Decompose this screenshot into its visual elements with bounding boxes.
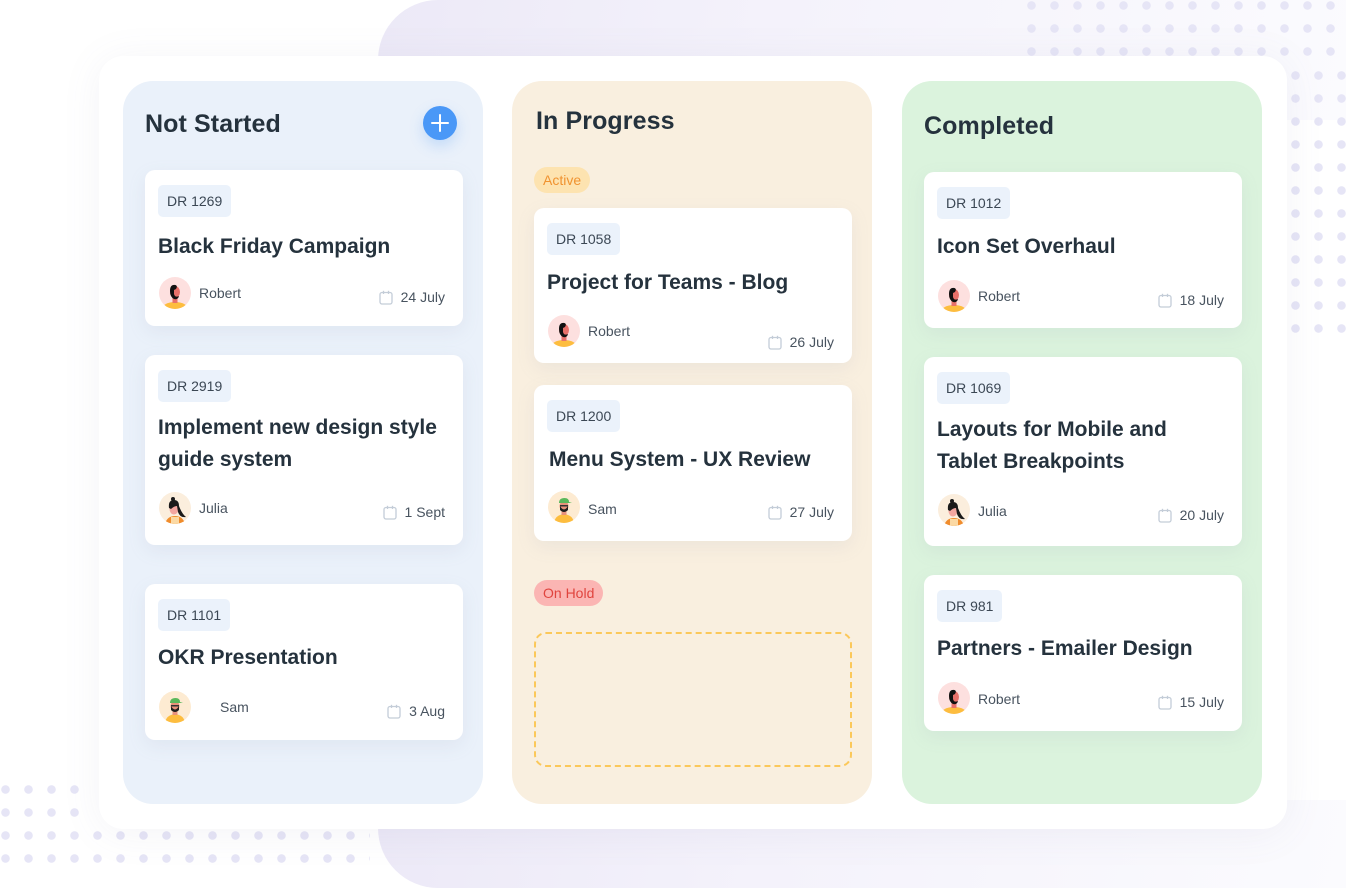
task-title: Project for Teams - Blog xyxy=(547,271,789,294)
due-date: 27 July xyxy=(767,504,834,520)
due-date-text: 18 July xyxy=(1179,292,1224,308)
task-id-badge: DR 1200 xyxy=(547,400,621,432)
due-date-text: 24 July xyxy=(400,289,445,305)
due-date-text: 3 Aug xyxy=(409,703,445,719)
status-badge-active: Active xyxy=(534,167,591,193)
column-completed: Completed DR 1012 Icon Set Overhaul Robe… xyxy=(902,81,1262,804)
calendar-icon xyxy=(1157,292,1172,308)
assignee-name: Robert xyxy=(978,691,1021,707)
calendar-icon xyxy=(382,504,397,520)
assignee-name: Sam xyxy=(588,501,617,517)
dot-pattern xyxy=(0,824,370,874)
task-id-badge: DR 1012 xyxy=(937,187,1011,219)
calendar-icon xyxy=(767,334,782,350)
due-date-text: 20 July xyxy=(1179,507,1224,523)
task-id-badge: DR 1101 xyxy=(158,599,231,631)
task-id-badge: DR 981 xyxy=(937,590,1003,622)
task-card[interactable]: DR 1012 Icon Set Overhaul Robert 18 July xyxy=(924,172,1242,328)
due-date: 26 July xyxy=(767,334,834,350)
task-card[interactable]: DR 2919 Implement new design style guide… xyxy=(145,355,463,545)
due-date-text: 15 July xyxy=(1179,694,1224,710)
due-date-text: 1 Sept xyxy=(404,504,445,520)
task-card[interactable]: DR 1058 Project for Teams - Blog Robert … xyxy=(534,208,852,363)
avatar xyxy=(938,280,970,312)
calendar-icon xyxy=(378,289,393,305)
due-date: 15 July xyxy=(1157,694,1224,710)
column-in-progress: In Progress Active DR 1058 Project for T… xyxy=(512,81,872,804)
add-task-button[interactable] xyxy=(423,106,457,140)
status-badge-on-hold: On Hold xyxy=(534,580,604,606)
avatar xyxy=(938,494,970,526)
due-date: 18 July xyxy=(1157,292,1224,308)
due-date-text: 26 July xyxy=(789,334,834,350)
task-card[interactable]: DR 1269 Black Friday Campaign Robert 24 … xyxy=(145,170,463,326)
task-card[interactable]: DR 981 Partners - Emailer Design Robert … xyxy=(924,575,1242,731)
assignee-name: Julia xyxy=(978,503,1007,519)
assignee-name: Robert xyxy=(978,288,1021,304)
task-id-badge: DR 1058 xyxy=(547,223,621,255)
avatar xyxy=(938,682,970,714)
task-card[interactable]: DR 1069 Layouts for Mobile and Tablet Br… xyxy=(924,357,1242,546)
task-title: Menu System - UX Review xyxy=(549,448,811,471)
task-title: OKR Presentation xyxy=(158,646,338,669)
due-date: 1 Sept xyxy=(382,504,445,520)
avatar xyxy=(159,492,191,524)
due-date: 24 July xyxy=(378,289,445,305)
dot-pattern xyxy=(1020,0,1346,64)
avatar xyxy=(159,691,191,723)
dot-pattern xyxy=(1284,64,1346,336)
avatar xyxy=(159,277,191,309)
task-id-badge: DR 1269 xyxy=(158,185,232,217)
due-date-text: 27 July xyxy=(789,504,834,520)
task-id-badge: DR 2919 xyxy=(158,370,232,402)
column-not-started: Not Started DR 1269 Black Friday Campaig… xyxy=(123,81,483,804)
task-card[interactable]: DR 1101 OKR Presentation Sam 3 Aug xyxy=(145,584,463,740)
column-title: Completed xyxy=(924,112,1055,140)
calendar-icon xyxy=(767,504,782,520)
calendar-icon xyxy=(387,703,401,719)
task-title: Black Friday Campaign xyxy=(158,235,391,258)
empty-dropzone[interactable] xyxy=(534,632,852,767)
avatar xyxy=(548,315,580,347)
task-title: Implement new design style guide system xyxy=(158,416,437,471)
task-title: Partners - Emailer Design xyxy=(937,637,1193,660)
task-title: Layouts for Mobile and Tablet Breakpoint… xyxy=(937,418,1167,473)
assignee-name: Julia xyxy=(199,500,228,516)
column-title: Not Started xyxy=(145,110,281,138)
due-date: 3 Aug xyxy=(387,703,445,719)
task-title: Icon Set Overhaul xyxy=(937,235,1116,258)
column-title: In Progress xyxy=(536,107,675,135)
task-id-badge: DR 1069 xyxy=(937,372,1011,404)
dot-pattern xyxy=(0,778,86,824)
assignee-name: Robert xyxy=(588,323,631,339)
assignee-name: Sam xyxy=(220,699,249,715)
due-date: 20 July xyxy=(1157,507,1224,523)
task-card[interactable]: DR 1200 Menu System - UX Review Sam 27 J… xyxy=(534,385,852,541)
assignee-name: Robert xyxy=(199,285,242,301)
avatar xyxy=(548,491,580,523)
calendar-icon xyxy=(1157,694,1172,710)
calendar-icon xyxy=(1157,507,1172,523)
